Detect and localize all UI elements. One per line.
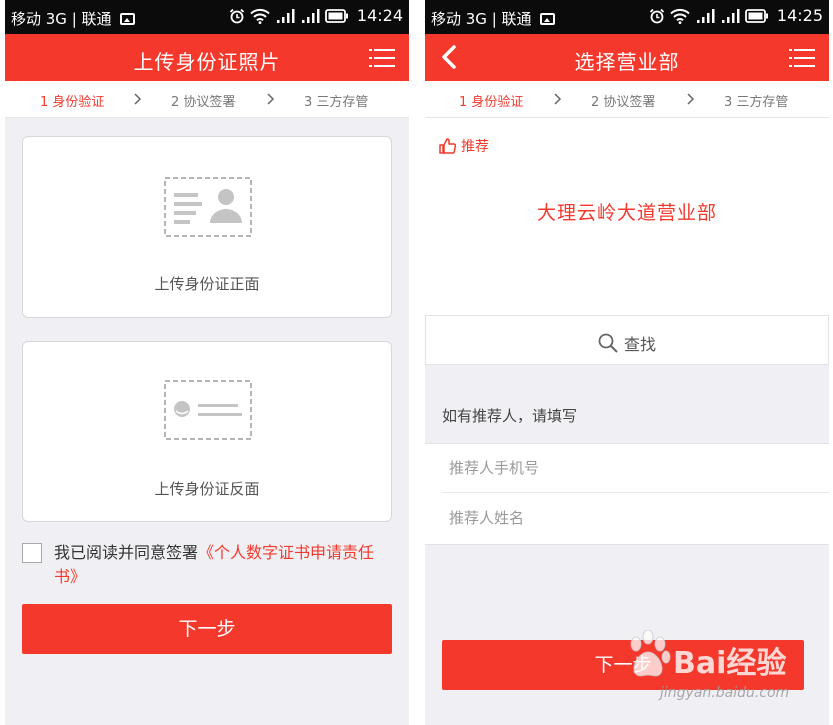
menu-icon[interactable] [369,49,395,67]
next-button[interactable]: 下一步 [22,604,392,654]
battery-icon [324,8,348,23]
search-label: 查找 [623,335,656,354]
agreement-text: 我已阅读并同意签署《个人数字证书申请责任书》 [54,541,394,589]
step-3: 3 三方存管 [304,95,369,110]
chevron-right-icon [554,93,562,105]
battery-icon [744,8,768,23]
title-bar: 上传身份证照片 [5,34,409,81]
signal-icon [276,8,295,23]
id-card-back-icon [164,380,252,440]
signal-icon [696,8,715,23]
id-card-front-icon [164,177,252,237]
recommended-panel: 推荐 大理云岭大道营业部 [425,118,829,315]
agreement-prefix: 我已阅读并同意签署 [54,543,199,562]
alarm-icon [649,8,665,23]
page-title: 上传身份证照片 [133,50,281,74]
search-box[interactable]: 查找 [425,315,829,365]
wifi-icon [250,8,270,24]
title-bar: 选择营业部 [425,34,829,81]
referrer-phone-field[interactable]: 推荐人手机号 [442,444,829,493]
step-1: 1 身份验证 [40,95,105,110]
referrer-form: 推荐人手机号 推荐人姓名 [425,443,829,545]
gallery-notification-icon [540,13,556,25]
step-1: 1 身份验证 [459,95,524,110]
step-2: 2 协议签署 [171,95,236,110]
wifi-icon [670,8,690,24]
clock-time: 14:24 [356,6,403,25]
step-indicator: 1 身份验证 2 协议签署 3 三方存管 [5,81,409,118]
upload-front-label: 上传身份证正面 [154,275,260,293]
upload-id-back-card[interactable]: 上传身份证反面 [22,341,392,522]
carrier-text: 移动 3G | 联通 [431,10,532,28]
search-icon [598,333,618,353]
chevron-right-icon [267,93,275,105]
clock-time: 14:25 [776,6,823,25]
signal-icon-2 [301,8,320,23]
recommended-branch[interactable]: 大理云岭大道营业部 [425,198,829,225]
carrier-text: 移动 3G | 联通 [11,10,112,28]
referrer-name-field[interactable]: 推荐人姓名 [442,494,829,543]
screen-upload-id: 移动 3G | 联通 14:24 上传身份证照片 1 身份验证 2 协议签署 3… [5,0,409,725]
status-bar: 移动 3G | 联通 14:25 [425,0,829,34]
gallery-notification-icon [120,13,136,25]
signal-icon-2 [721,8,740,23]
recommend-label: 推荐 [461,139,489,155]
upload-id-front-card[interactable]: 上传身份证正面 [22,136,392,318]
alarm-icon [229,8,245,23]
thumbs-up-icon [439,138,456,154]
chevron-right-icon [134,93,142,105]
referrer-heading: 如有推荐人，请填写 [442,407,578,425]
step-2: 2 协议签署 [591,95,656,110]
screen-select-branch: 移动 3G | 联通 14:25 选择营业部 1 身份验证 2 协议签署 3 三… [425,0,829,725]
next-button[interactable]: 下一步 [442,640,804,690]
recommend-header: 推荐 [439,136,489,156]
upload-back-label: 上传身份证反面 [154,480,260,498]
agreement-checkbox[interactable] [22,543,42,563]
menu-icon[interactable] [789,49,815,67]
chevron-right-icon [687,93,695,105]
page-title: 选择营业部 [574,50,680,74]
status-bar: 移动 3G | 联通 14:24 [5,0,409,34]
step-3: 3 三方存管 [724,95,789,110]
step-indicator: 1 身份验证 2 协议签署 3 三方存管 [425,81,829,118]
